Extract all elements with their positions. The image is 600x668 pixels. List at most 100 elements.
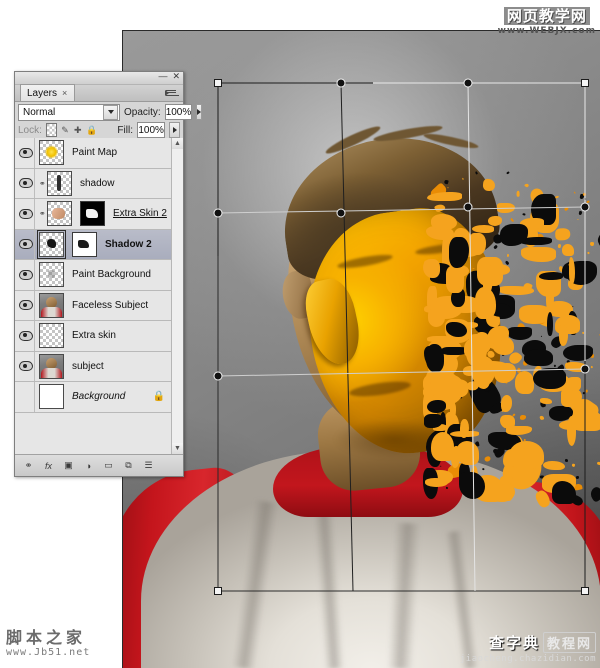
layer-thumbnails[interactable] <box>39 323 64 349</box>
layer-thumbnails[interactable] <box>37 229 97 259</box>
scroll-up-arrow[interactable]: ▲ <box>172 138 183 149</box>
layer-visibility-toggle[interactable] <box>17 351 35 381</box>
layer-thumbnail[interactable] <box>39 262 64 288</box>
watermark-br-url: jiaocheng.chazidian.com <box>459 654 596 664</box>
layer-thumbnails[interactable] <box>39 292 64 318</box>
watermark-br-cn1: 查字典 <box>488 634 540 652</box>
layer-thumbnail[interactable] <box>39 140 64 166</box>
layer-row[interactable]: Faceless Subject <box>15 290 183 321</box>
eye-icon[interactable] <box>18 239 33 250</box>
layer-thumbnail[interactable] <box>39 323 64 349</box>
layer-style-fx-icon[interactable]: fx <box>43 460 54 471</box>
layer-thumbnail[interactable] <box>39 292 64 318</box>
delete-layer-icon[interactable]: ☰ <box>143 460 154 471</box>
eye-icon[interactable] <box>18 147 33 158</box>
layer-row[interactable]: Paint Map <box>15 138 183 169</box>
tab-layers[interactable]: Layers × <box>20 84 76 101</box>
layer-name[interactable]: Extra skin <box>72 330 116 341</box>
link-layers-icon[interactable]: ⚭ <box>23 460 34 471</box>
fill-input[interactable]: 100% <box>136 122 166 138</box>
layer-visibility-toggle[interactable] <box>17 199 35 229</box>
layer-thumbnails[interactable] <box>39 353 64 379</box>
layer-visibility-toggle[interactable] <box>17 290 35 320</box>
tab-layers-label: Layers <box>27 87 58 99</box>
add-mask-icon[interactable]: ▣ <box>63 460 74 471</box>
layer-name[interactable]: Background <box>72 391 125 402</box>
fill-value: 100% <box>138 124 164 136</box>
layer-name[interactable]: subject <box>72 361 104 372</box>
eye-icon[interactable] <box>18 330 33 341</box>
layer-row[interactable]: Shadow 2 <box>15 229 183 260</box>
layer-row[interactable]: ⚭ shadow <box>15 168 183 199</box>
eye-icon[interactable] <box>18 300 33 311</box>
layer-row[interactable]: Extra skin <box>15 321 183 352</box>
layer-visibility-toggle[interactable] <box>17 168 35 198</box>
watermark-bottom-left: 脚本之家 www.Jb51.net <box>6 629 91 659</box>
position-icon[interactable]: ✚ <box>73 124 82 136</box>
layer-visibility-toggle[interactable] <box>17 229 35 259</box>
layer-name[interactable]: Extra Skin 2 <box>113 208 167 219</box>
chevron-down-icon[interactable] <box>103 104 118 120</box>
photoshop-canvas[interactable] <box>122 30 600 668</box>
opacity-value: 100% <box>165 106 192 118</box>
layer-name[interactable]: Faceless Subject <box>72 300 148 311</box>
scroll-down-arrow[interactable]: ▼ <box>172 443 183 454</box>
new-group-icon[interactable]: ▭ <box>103 460 114 471</box>
link-icon[interactable]: ⚭ <box>39 209 46 218</box>
blend-mode-value: Normal <box>23 106 56 118</box>
eye-icon[interactable] <box>18 361 33 372</box>
layer-visibility-toggle[interactable] <box>17 382 35 412</box>
fill-stepper[interactable] <box>169 122 181 138</box>
layer-name[interactable]: shadow <box>80 178 114 189</box>
layer-row[interactable]: Background 🔒 <box>15 382 183 413</box>
watermark-bl-url: www.Jb51.net <box>6 647 91 658</box>
adjustment-layer-icon[interactable]: ◑ <box>83 460 94 471</box>
layer-list-scrollbar[interactable]: ▲ ▼ <box>171 138 183 454</box>
layer-thumbnails[interactable] <box>39 140 64 166</box>
layer-visibility-toggle[interactable] <box>17 321 35 351</box>
layer-list[interactable]: Paint Map ⚭ shadow ⚭ Extra Skin 2 Shadow 2 Pai… <box>15 138 183 454</box>
watermark-tr-cn: 网页教学网 <box>503 7 590 25</box>
opacity-input[interactable]: 100% <box>164 104 193 120</box>
eye-icon[interactable] <box>18 269 33 280</box>
layer-thumbnail[interactable] <box>39 353 64 379</box>
palette-menu-icon[interactable] <box>165 87 179 98</box>
layer-name[interactable]: Paint Background <box>72 269 151 280</box>
eye-icon[interactable] <box>18 178 33 189</box>
layer-mask-thumbnail[interactable] <box>72 231 97 257</box>
palette-footer[interactable]: ⚭ fx ▣ ◑ ▭ ⧉ ☰ <box>15 454 183 476</box>
layer-name[interactable]: Shadow 2 <box>105 239 152 250</box>
layer-thumbnail[interactable] <box>47 201 72 227</box>
layer-thumbnails[interactable] <box>39 262 64 288</box>
fill-label: Fill: <box>117 124 133 136</box>
layer-visibility-toggle[interactable] <box>17 260 35 290</box>
layer-thumbnails[interactable]: ⚭ <box>39 170 72 196</box>
layer-visibility-toggle[interactable] <box>17 138 35 168</box>
minimize-icon[interactable]: — <box>158 72 167 81</box>
lock-label: Lock: <box>18 124 42 136</box>
layer-row[interactable]: subject <box>15 351 183 382</box>
layer-thumbnails[interactable] <box>39 384 64 410</box>
layer-row[interactable]: ⚭ Extra Skin 2 <box>15 199 183 230</box>
layer-thumbnails[interactable]: ⚭ <box>39 201 105 227</box>
transparent-pixels-icon[interactable] <box>45 123 57 137</box>
tab-close-icon[interactable]: × <box>62 87 67 100</box>
lock-all-icon[interactable]: 🔒 <box>86 124 97 136</box>
watermark-bottom-right: 查字典 教程网 jiaocheng.chazidian.com <box>460 632 596 664</box>
image-pixels-icon[interactable]: ✎ <box>61 124 70 136</box>
blend-mode-select[interactable]: Normal <box>18 103 120 121</box>
blend-mode-row: Normal Opacity: 100% <box>15 102 203 121</box>
opacity-stepper[interactable] <box>196 104 203 120</box>
link-icon[interactable]: ⚭ <box>39 179 46 188</box>
eye-icon[interactable] <box>18 208 33 219</box>
palette-tabrow: Layers × <box>15 84 183 102</box>
layer-thumbnail[interactable] <box>39 384 64 410</box>
layer-thumbnail[interactable] <box>37 229 66 259</box>
close-icon[interactable]: ✕ <box>172 72 180 81</box>
layer-name[interactable]: Paint Map <box>72 147 117 158</box>
layer-mask-thumbnail[interactable] <box>80 201 105 227</box>
layer-thumbnail[interactable] <box>47 170 72 196</box>
layers-palette[interactable]: — ✕ Layers × Normal Opacity: 100% Lock: … <box>14 71 203 477</box>
layer-row[interactable]: Paint Background <box>15 260 183 291</box>
new-layer-icon[interactable]: ⧉ <box>123 460 134 471</box>
